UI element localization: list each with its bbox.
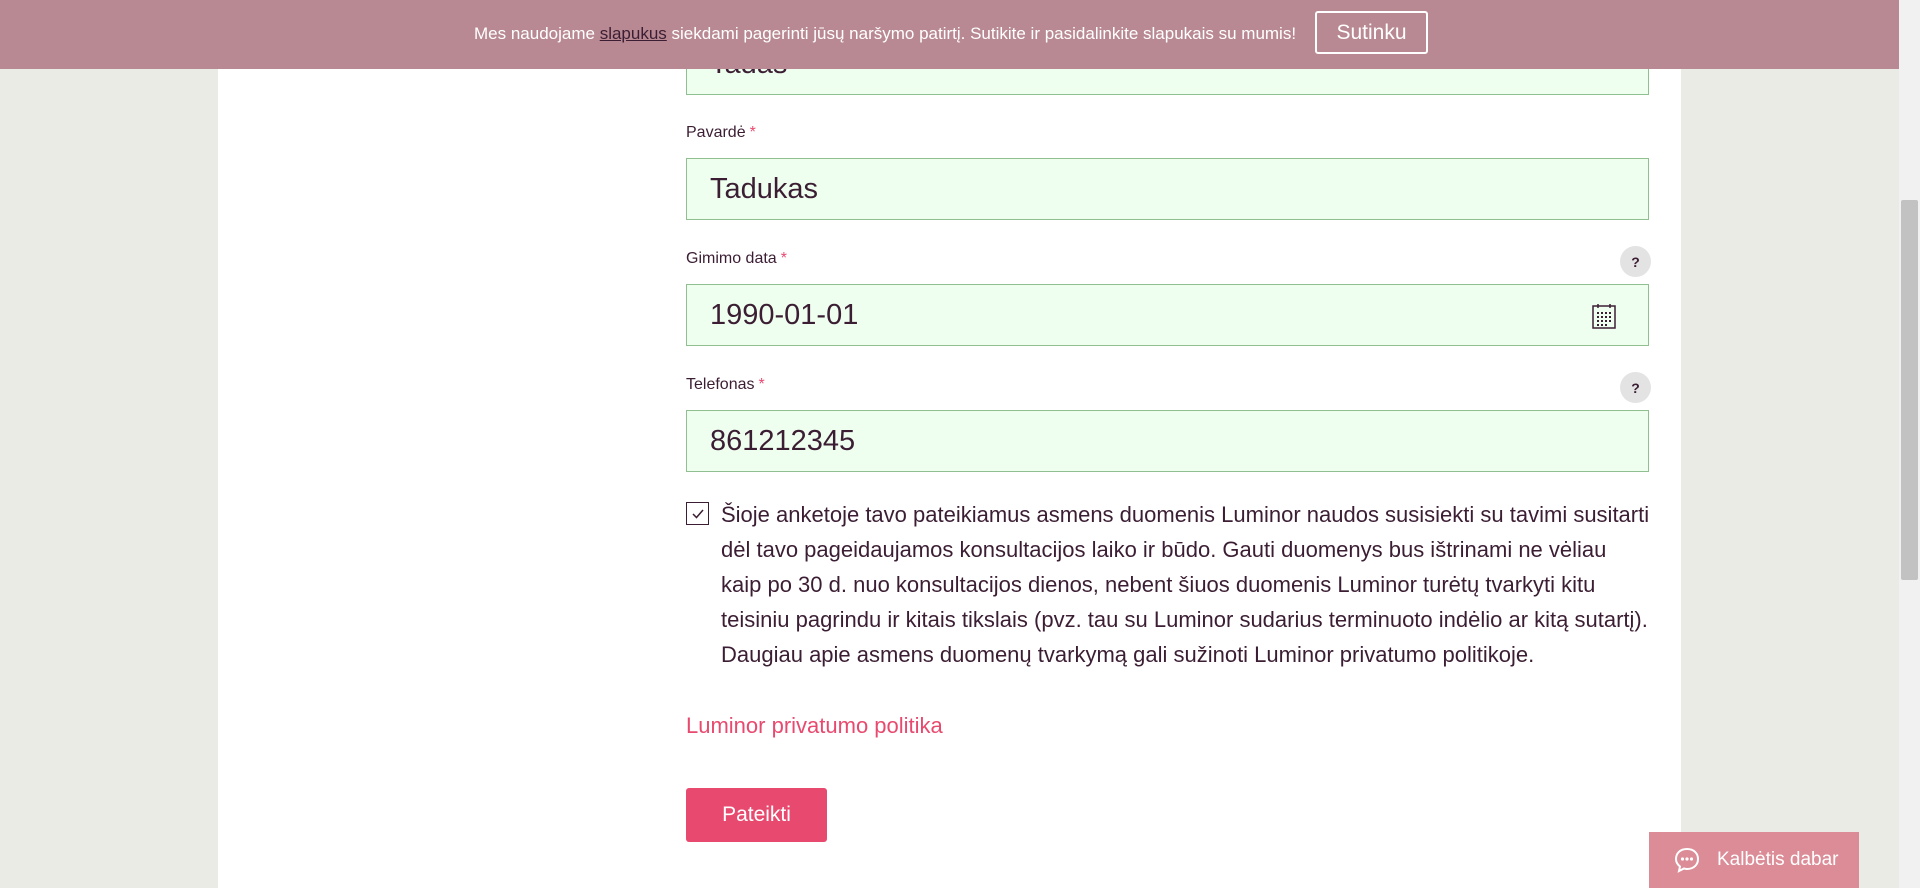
phone-input[interactable]: 861212345: [686, 410, 1649, 472]
privacy-policy-link[interactable]: Luminor privatumo politika: [686, 713, 943, 739]
chat-label: Kalbėtis dabar: [1717, 849, 1839, 870]
required-marker: *: [758, 376, 765, 393]
last-name-value: Tadukas: [710, 172, 819, 205]
phone-help-icon[interactable]: ?: [1620, 372, 1651, 403]
scrollbar[interactable]: [1899, 0, 1920, 888]
scrollbar-thumb[interactable]: [1901, 200, 1918, 580]
required-marker: *: [749, 124, 756, 141]
last-name-label: Pavardė *: [686, 124, 756, 141]
birth-date-label: Gimimo data *: [686, 250, 787, 267]
main-content: Tadas Pavardė* Tadukas Gimimo data* ? 19…: [218, 0, 1681, 888]
cookie-accept-button[interactable]: Sutinku: [1315, 11, 1428, 54]
consent-text: Šioje anketoje tavo pateikiamus asmens d…: [721, 502, 1650, 667]
cookie-banner: Mes naudojame slapukus siekdami pagerint…: [0, 0, 1899, 69]
submit-button[interactable]: Pateikti: [686, 788, 827, 842]
cookie-policy-link[interactable]: slapukus: [600, 24, 667, 43]
calendar-icon[interactable]: [1592, 303, 1616, 329]
chat-bubble-icon: [1674, 847, 1700, 873]
last-name-input[interactable]: Tadukas: [686, 158, 1649, 220]
consent-checkbox[interactable]: [686, 502, 709, 525]
phone-label: Telefonas *: [686, 376, 765, 393]
checkmark-icon: [691, 509, 704, 519]
cookie-message: Mes naudojame slapukus siekdami pagerint…: [474, 24, 1297, 43]
birth-date-input[interactable]: 1990-01-01: [686, 284, 1649, 346]
birth-date-value: 1990-01-01: [710, 298, 859, 331]
chat-widget[interactable]: Kalbėtis dabar: [1649, 832, 1859, 888]
required-marker: *: [780, 250, 787, 267]
birth-date-help-icon[interactable]: ?: [1620, 246, 1651, 277]
phone-value: 861212345: [710, 424, 856, 457]
